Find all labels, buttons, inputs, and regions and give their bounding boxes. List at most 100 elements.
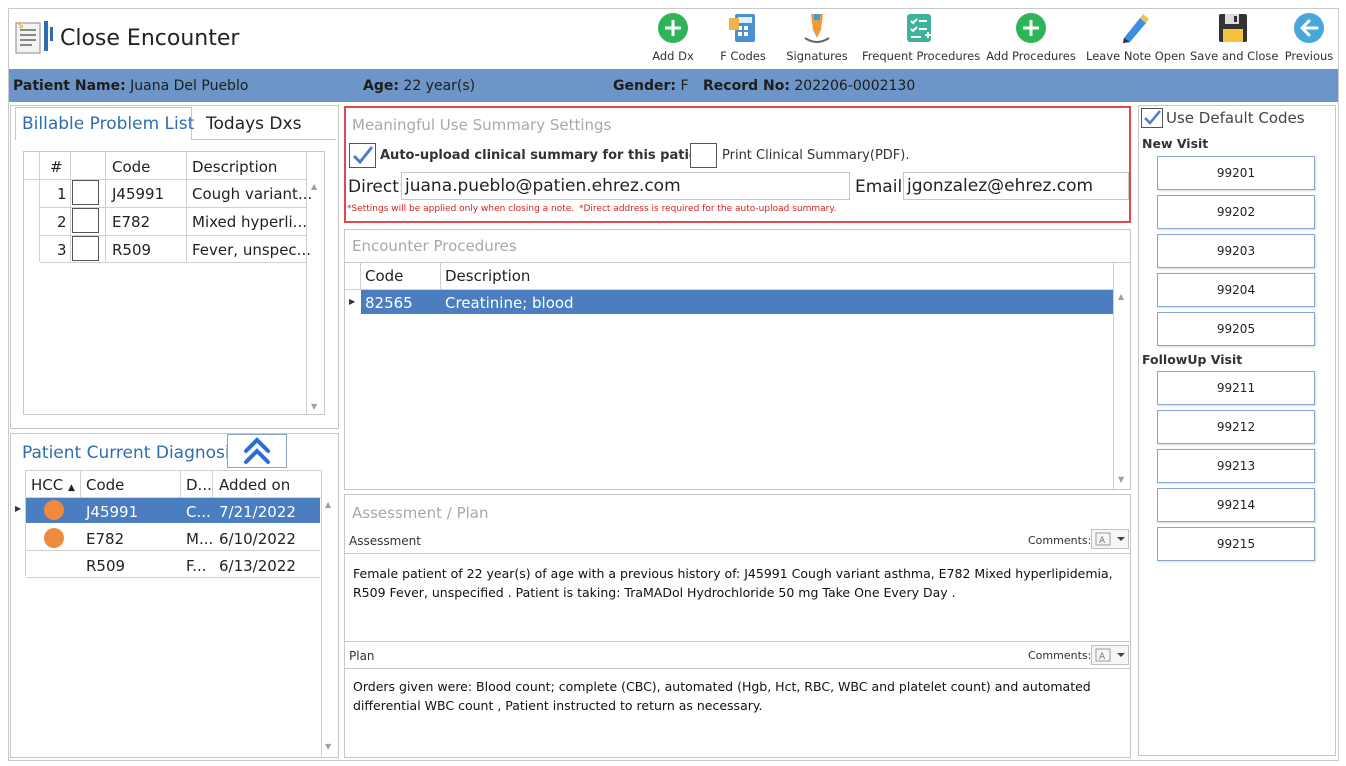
code-button[interactable]: 99205	[1157, 312, 1315, 346]
grid-divider	[440, 262, 441, 290]
email-label: Email:	[855, 177, 908, 197]
patient-record-value: 202206-0002130	[794, 78, 916, 94]
patient-record-label: Record No:	[703, 78, 790, 94]
use-default-codes-checkbox[interactable]	[1141, 108, 1163, 128]
row-line	[26, 577, 320, 578]
code-button[interactable]: 99201	[1157, 156, 1315, 190]
grid-scrollbar-edge	[321, 470, 322, 758]
row-checkbox[interactable]	[72, 236, 99, 261]
add-icon	[1016, 13, 1046, 43]
scroll-down-icon[interactable]: ▼	[311, 402, 317, 411]
direct-address-field[interactable]: juana.pueblo@patien.ehrez.com	[401, 172, 850, 200]
auto-upload-label[interactable]: Auto-upload clinical summary for this pa…	[380, 148, 718, 163]
col-code-header[interactable]: Code	[86, 476, 124, 494]
row-d[interactable]: F...	[186, 557, 207, 575]
assessment-plan-panel	[344, 494, 1131, 758]
row-description[interactable]: Fever, unspec...	[192, 241, 311, 259]
tab-billable-label[interactable]: Billable Problem List	[22, 114, 194, 134]
previous-button[interactable]: Previous	[1284, 12, 1334, 66]
save-and-close-button[interactable]: Save and Close	[1190, 12, 1279, 66]
collapse-button[interactable]	[227, 434, 287, 468]
save-disk-icon	[1219, 14, 1247, 42]
row-added[interactable]: 6/13/2022	[219, 557, 296, 575]
row-code[interactable]: E782	[112, 213, 150, 231]
row-line	[26, 550, 320, 551]
patient-age: Age: 22 year(s)	[363, 78, 475, 94]
row-d[interactable]: M...	[186, 530, 213, 548]
checkmark-icon	[1144, 110, 1161, 125]
code-button[interactable]: 99203	[1157, 234, 1315, 268]
row-checkbox[interactable]	[72, 180, 99, 205]
meaningful-use-title: Meaningful Use Summary Settings	[352, 116, 612, 134]
plan-text[interactable]: Orders given were: Blood count; complete…	[353, 677, 1123, 715]
col-code-header[interactable]: Code	[365, 267, 403, 285]
text-format-icon: A	[1095, 532, 1125, 546]
scroll-down-icon[interactable]: ▼	[1118, 475, 1124, 484]
frequent-procedures-label: Frequent Procedures	[862, 49, 981, 63]
grid-scrollbar-edge	[1113, 262, 1114, 489]
row-code[interactable]: 82565	[365, 294, 413, 312]
row-added[interactable]: 6/10/2022	[219, 530, 296, 548]
row-description[interactable]: Mixed hyperli...	[192, 213, 307, 231]
hcc-indicator	[44, 500, 64, 520]
row-code[interactable]: J45991	[112, 185, 164, 203]
assessment-text[interactable]: Female patient of 22 year(s) of age with…	[353, 564, 1123, 602]
col-added-header[interactable]: Added on	[219, 476, 290, 494]
signatures-button[interactable]: Signatures	[786, 12, 848, 66]
row-code[interactable]: J45991	[86, 503, 138, 521]
print-summary-label[interactable]: Print Clinical Summary(PDF).	[722, 148, 909, 163]
col-d-header[interactable]: D...	[186, 476, 212, 494]
row-description[interactable]: Cough variant...	[192, 185, 312, 203]
code-button[interactable]: 99204	[1157, 273, 1315, 307]
add-dx-label: Add Dx	[652, 49, 694, 63]
f-codes-button[interactable]: F Codes	[716, 12, 770, 66]
col-description-header[interactable]: Description	[192, 158, 277, 176]
code-button[interactable]: 99202	[1157, 195, 1315, 229]
f-codes-label: F Codes	[720, 49, 766, 63]
previous-label: Previous	[1284, 49, 1334, 63]
leave-note-open-button[interactable]: Leave Note Open	[1086, 12, 1185, 66]
code-button[interactable]: 99212	[1157, 410, 1315, 444]
pencil-icon	[1123, 14, 1149, 43]
grid-line	[25, 470, 322, 471]
col-code-header[interactable]: Code	[112, 158, 150, 176]
followup-visit-label: FollowUp Visit	[1142, 352, 1243, 367]
patient-record: Record No: 202206-0002130	[703, 78, 915, 94]
new-visit-label: New Visit	[1142, 136, 1209, 151]
double-chevron-up-icon	[244, 437, 270, 464]
col-num-header: #	[50, 158, 63, 176]
row-code[interactable]: R509	[86, 557, 125, 575]
scroll-down-icon[interactable]: ▼	[325, 742, 331, 751]
scroll-up-icon[interactable]: ▲	[311, 182, 317, 191]
frequent-procedures-button[interactable]: Frequent Procedures	[862, 12, 981, 66]
code-button[interactable]: 99213	[1157, 449, 1315, 483]
comments-dropdown[interactable]: A	[1091, 645, 1129, 665]
row-checkbox[interactable]	[72, 208, 99, 233]
scroll-up-icon[interactable]: ▲	[325, 500, 331, 509]
row-added[interactable]: 7/21/2022	[219, 503, 296, 521]
settings-note: *Settings will be applied only when clos…	[347, 204, 575, 214]
grid-line	[345, 262, 1130, 263]
code-button[interactable]: 99215	[1157, 527, 1315, 561]
window-title: Close Encounter	[60, 26, 240, 51]
row-code[interactable]: R509	[112, 241, 151, 259]
row-code[interactable]: E782	[86, 530, 124, 548]
comments-dropdown[interactable]: A	[1091, 529, 1129, 549]
col-description-header[interactable]: Description	[445, 267, 530, 285]
scroll-up-icon[interactable]: ▲	[1118, 292, 1124, 301]
grid-header-line	[24, 179, 306, 180]
add-dx-button[interactable]: Add Dx	[650, 12, 696, 66]
code-button[interactable]: 99211	[1157, 371, 1315, 405]
row-d[interactable]: C...	[186, 503, 211, 521]
email-field[interactable]: jgonzalez@ehrez.com	[903, 172, 1129, 200]
use-default-codes-label[interactable]: Use Default Codes	[1166, 109, 1305, 127]
auto-upload-checkbox[interactable]	[349, 143, 376, 168]
assessment-line: Female patient of 22 year(s) of age with…	[353, 566, 1113, 581]
hcc-indicator	[44, 528, 64, 548]
code-button[interactable]: 99214	[1157, 488, 1315, 522]
add-procedures-button[interactable]: Add Procedures	[986, 12, 1076, 66]
col-hcc-header[interactable]: HCC ▲	[31, 476, 75, 494]
row-description[interactable]: Creatinine; blood	[445, 294, 574, 312]
tab-todays-dxs-label[interactable]: Todays Dxs	[206, 114, 301, 134]
print-summary-checkbox[interactable]	[690, 143, 717, 168]
